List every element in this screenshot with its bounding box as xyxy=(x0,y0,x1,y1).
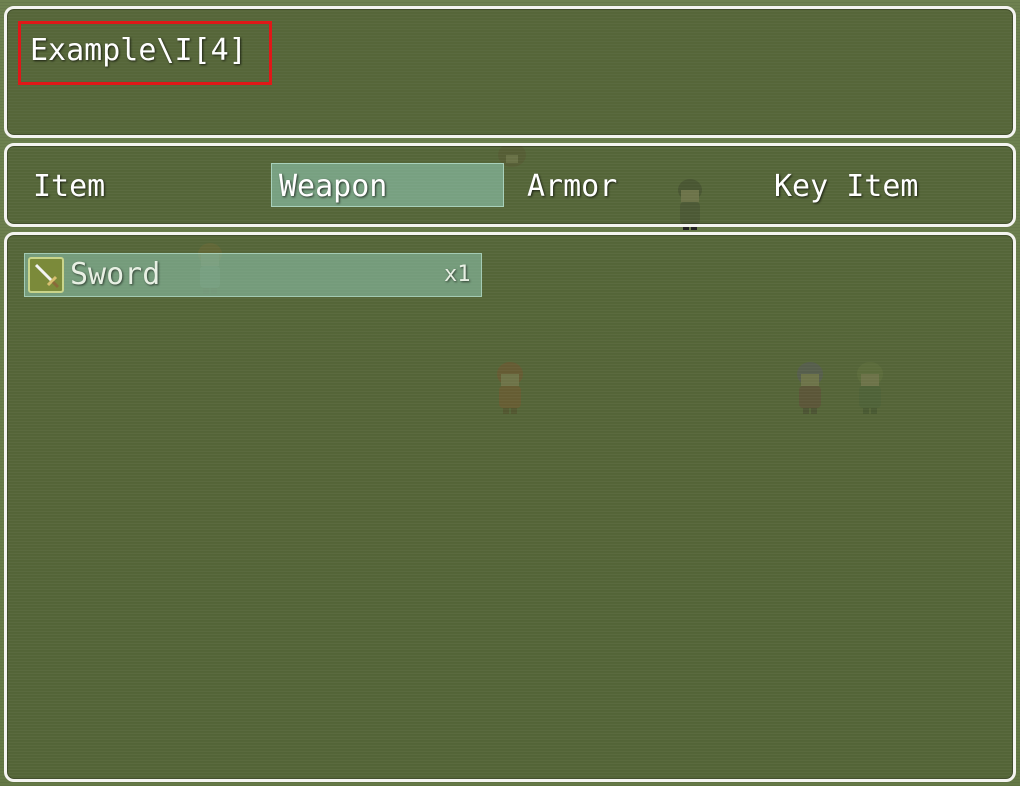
tab-key-item[interactable]: Key Item xyxy=(774,167,919,207)
item-list-window xyxy=(4,232,1016,782)
tab-item[interactable]: Item xyxy=(33,167,105,207)
sword-icon xyxy=(28,257,64,293)
tab-armor[interactable]: Armor xyxy=(527,167,617,207)
help-text: Example\I[4] xyxy=(30,33,247,68)
item-name: Sword xyxy=(70,257,161,292)
tab-weapon[interactable]: Weapon xyxy=(279,167,387,207)
item-quantity: x1 xyxy=(444,262,471,287)
